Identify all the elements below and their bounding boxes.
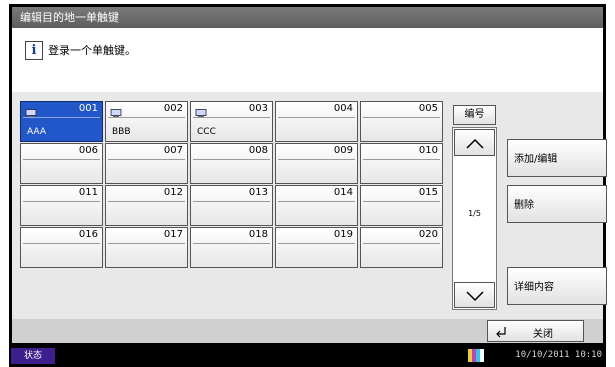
key-divider: [23, 243, 100, 244]
key-divider: [278, 201, 355, 202]
number-sort-button[interactable]: 编号: [453, 105, 496, 125]
key-number: 016: [78, 229, 98, 240]
bottom-bar: 关闭: [12, 319, 603, 343]
key-divider: [363, 159, 440, 160]
key-number: 004: [333, 103, 353, 114]
key-number: 006: [78, 145, 98, 156]
key-number: 011: [78, 187, 98, 198]
key-divider: [108, 117, 185, 118]
key-divider: [108, 159, 185, 160]
one-touch-key[interactable]: 002 BBB: [105, 101, 188, 142]
one-touch-key[interactable]: 015: [360, 185, 443, 226]
one-touch-key[interactable]: 001 AAA: [20, 101, 103, 142]
key-number: 002: [163, 103, 183, 114]
key-number: 013: [248, 187, 268, 198]
key-number: 007: [163, 145, 183, 156]
key-divider: [278, 117, 355, 118]
one-touch-key[interactable]: 011: [20, 185, 103, 226]
key-divider: [363, 243, 440, 244]
scroll-up-button[interactable]: [454, 129, 495, 156]
chevron-down-icon: [466, 291, 484, 302]
one-touch-key[interactable]: 007: [105, 143, 188, 184]
computer-icon: [25, 104, 37, 118]
one-touch-key[interactable]: 013: [190, 185, 273, 226]
return-arrow-icon: [496, 327, 506, 338]
key-divider: [108, 243, 185, 244]
page-indicator: 1/5: [468, 209, 481, 218]
add-edit-label: 添加/编辑: [514, 154, 558, 165]
key-number: 005: [418, 103, 438, 114]
instruction-message: 登录一个单触键。: [48, 44, 136, 57]
close-button[interactable]: 关闭: [487, 320, 584, 342]
main-panel: 编辑目的地一单触键 i 登录一个单触键。 001 AAA 002 BBB 003 CCC 0…: [12, 7, 607, 343]
one-touch-key[interactable]: 003 CCC: [190, 101, 273, 142]
one-touch-key[interactable]: 020: [360, 227, 443, 268]
toner-level-icon: [468, 349, 484, 362]
scroll-down-button[interactable]: [454, 282, 495, 308]
key-divider: [278, 159, 355, 160]
key-label: CCC: [197, 127, 216, 137]
number-sort-label: 编号: [464, 109, 485, 120]
key-divider: [278, 243, 355, 244]
key-number: 012: [163, 187, 183, 198]
one-touch-key[interactable]: 016: [20, 227, 103, 268]
key-number: 020: [418, 229, 438, 240]
details-button[interactable]: 详细内容: [507, 267, 607, 305]
status-tab[interactable]: 状态: [11, 348, 55, 364]
key-label: AAA: [27, 127, 46, 137]
computer-icon: [195, 104, 207, 118]
key-number: 015: [418, 187, 438, 198]
key-divider: [23, 159, 100, 160]
key-number: 014: [333, 187, 353, 198]
key-number: 001: [78, 103, 98, 114]
one-touch-key[interactable]: 006: [20, 143, 103, 184]
chevron-up-icon: [466, 138, 484, 149]
key-divider: [193, 243, 270, 244]
key-number: 019: [333, 229, 353, 240]
add-edit-button[interactable]: 添加/编辑: [507, 139, 607, 177]
one-touch-key[interactable]: 014: [275, 185, 358, 226]
one-touch-key[interactable]: 010: [360, 143, 443, 184]
key-number: 018: [248, 229, 268, 240]
status-bar: 状态 10/10/2011 10:10: [9, 345, 606, 367]
one-touch-key[interactable]: 005: [360, 101, 443, 142]
key-number: 010: [418, 145, 438, 156]
one-touch-key[interactable]: 004: [275, 101, 358, 142]
window-title: 编辑目的地一单触键: [12, 7, 603, 28]
key-number: 008: [248, 145, 268, 156]
one-touch-key[interactable]: 008: [190, 143, 273, 184]
key-number: 009: [333, 145, 353, 156]
delete-button[interactable]: 删除: [507, 185, 607, 223]
one-touch-key[interactable]: 017: [105, 227, 188, 268]
key-divider: [23, 117, 100, 118]
one-touch-key[interactable]: 018: [190, 227, 273, 268]
one-touch-key[interactable]: 019: [275, 227, 358, 268]
one-touch-key[interactable]: 009: [275, 143, 358, 184]
message-area: i 登录一个单触键。: [12, 28, 603, 92]
key-number: 017: [163, 229, 183, 240]
delete-label: 删除: [514, 200, 534, 211]
key-divider: [193, 117, 270, 118]
key-divider: [193, 159, 270, 160]
key-divider: [193, 201, 270, 202]
key-divider: [23, 201, 100, 202]
key-label: BBB: [112, 127, 131, 137]
key-divider: [363, 117, 440, 118]
close-label: 关闭: [533, 329, 553, 340]
one-touch-key[interactable]: 012: [105, 185, 188, 226]
computer-icon: [110, 104, 122, 118]
info-icon: i: [25, 41, 43, 60]
key-number: 003: [248, 103, 268, 114]
datetime-display: 10/10/2011 10:10: [515, 350, 602, 360]
screen-frame: 编辑目的地一单触键 i 登录一个单触键。 001 AAA 002 BBB 003 CCC 0…: [9, 4, 607, 367]
key-divider: [108, 201, 185, 202]
key-divider: [363, 201, 440, 202]
details-label: 详细内容: [514, 282, 554, 293]
